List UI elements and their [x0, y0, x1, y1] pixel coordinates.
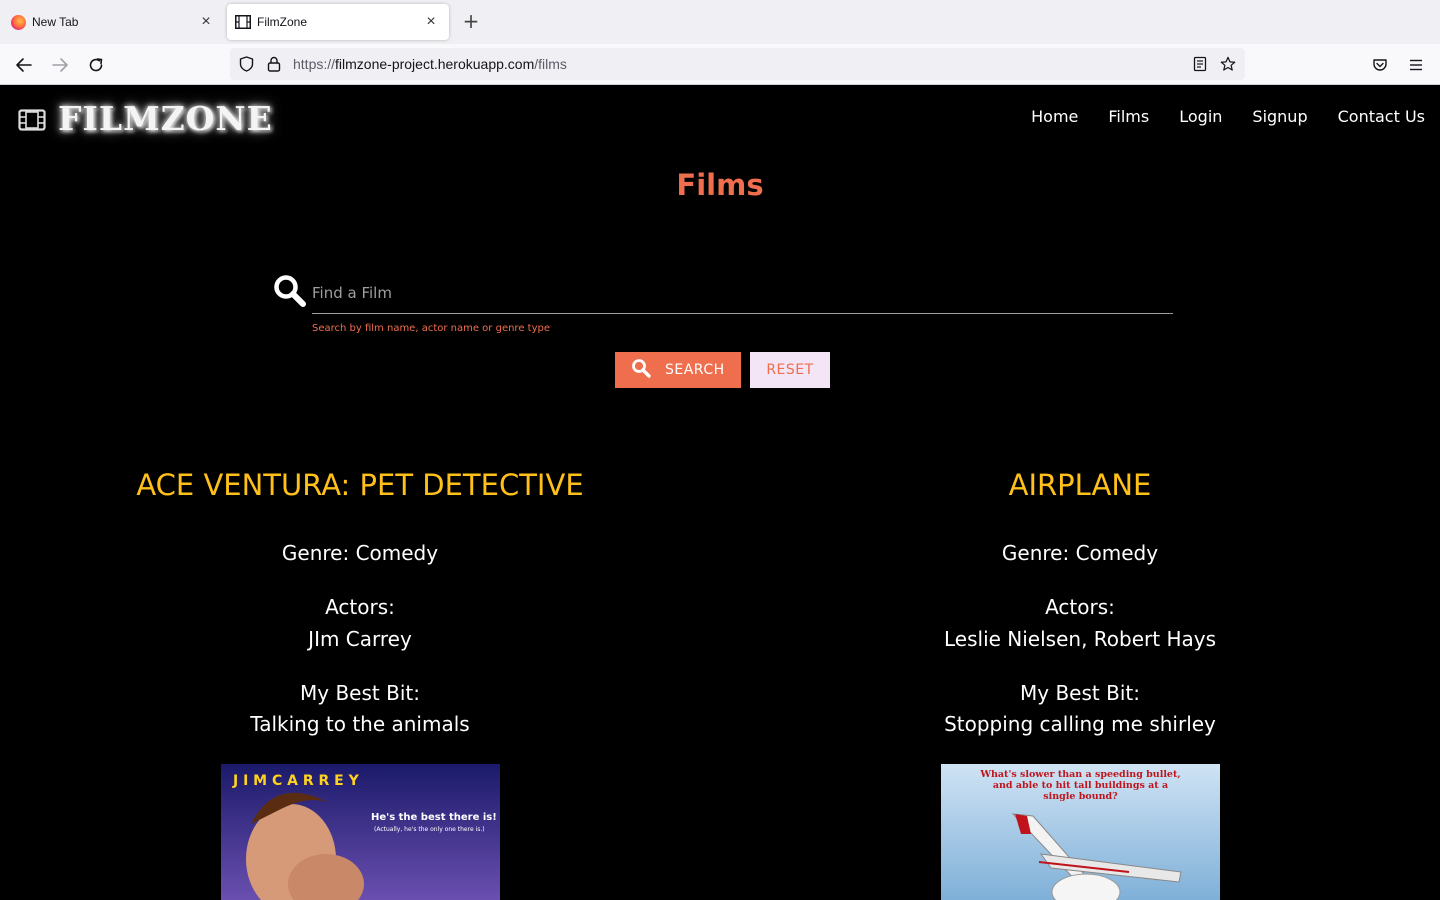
tab-filmzone[interactable]: FilmZone ×: [227, 4, 449, 40]
search-input[interactable]: [312, 272, 1173, 314]
tab-title: New Tab: [32, 15, 79, 29]
close-icon[interactable]: ×: [423, 14, 439, 30]
poster-text-line1: J I M C A R R E Y: [232, 773, 360, 789]
film-strip-icon[interactable]: [18, 109, 46, 131]
poster-text-line2: He's the best there is!: [371, 812, 497, 823]
back-arrow-icon[interactable]: [11, 52, 37, 78]
poster-text-line2: and able to hit tall buildings at a: [993, 780, 1168, 791]
film-actors-label: Actors:: [325, 595, 395, 619]
tab-title: FilmZone: [257, 15, 308, 29]
film-best-bit-label: My Best Bit:: [300, 681, 420, 705]
film-card: ACE VENTURA: PET DETECTIVE Genre: Comedy…: [0, 465, 720, 900]
film-best-bit-label: My Best Bit:: [1020, 681, 1140, 705]
film-title: AIRPLANE: [1008, 468, 1152, 502]
pocket-icon[interactable]: [1367, 52, 1393, 78]
nav-contact-us[interactable]: Contact Us: [1308, 107, 1425, 126]
film-actors: JIm Carrey: [308, 627, 412, 651]
page-title: Films: [676, 168, 764, 202]
bookmark-star-icon[interactable]: [1220, 56, 1236, 72]
address-bar[interactable]: https://filmzone-project.herokuapp.com/f…: [230, 48, 1245, 80]
film-actors-label: Actors:: [1045, 595, 1115, 619]
nav-films[interactable]: Films: [1078, 107, 1149, 126]
main-nav: Home Films Login Signup Contact Us: [1001, 107, 1425, 126]
nav-home[interactable]: Home: [1001, 107, 1078, 126]
new-tab-plus-icon[interactable]: +: [460, 11, 482, 33]
poster-text-line3: single bound?: [1043, 791, 1118, 802]
poster-text-line1: What's slower than a speeding bullet,: [979, 769, 1180, 780]
film-actors: Leslie Nielsen, Robert Hays: [944, 627, 1216, 651]
reader-view-icon[interactable]: [1192, 56, 1208, 72]
film-best-bit: Stopping calling me shirley: [944, 712, 1216, 736]
firefox-icon: [10, 14, 26, 30]
film-genre: Genre: Comedy: [1001, 541, 1159, 565]
reload-icon[interactable]: [83, 52, 109, 78]
search-button-label: SEARCH: [665, 362, 725, 378]
search-button[interactable]: SEARCH: [615, 352, 741, 388]
lock-icon[interactable]: [266, 56, 282, 72]
forward-arrow-icon[interactable]: [47, 52, 73, 78]
nav-login[interactable]: Login: [1149, 107, 1222, 126]
film-genre: Genre: Comedy: [281, 541, 439, 565]
hamburger-menu-icon[interactable]: [1403, 52, 1429, 78]
poster-text-line3: (Actually, he's the only one there is.): [374, 826, 485, 833]
film-card: AIRPLANE Genre: Comedy Actors: Leslie Ni…: [720, 465, 1440, 900]
site-header: FILMZONE Home Films Login Signup Contact…: [0, 85, 1440, 155]
search-icon: [631, 358, 651, 382]
close-icon[interactable]: ×: [198, 14, 214, 30]
browser-tab-bar: New Tab × FilmZone × +: [0, 0, 1440, 44]
film-poster: What's slower than a speeding bullet, an…: [941, 764, 1220, 900]
brand-logo[interactable]: FILMZONE: [58, 99, 273, 138]
url-text[interactable]: https://filmzone-project.herokuapp.com/f…: [293, 56, 567, 72]
film-icon: [235, 14, 251, 30]
shield-icon[interactable]: [238, 56, 254, 72]
tab-new-tab[interactable]: New Tab ×: [0, 4, 224, 40]
browser-toolbar: https://filmzone-project.herokuapp.com/f…: [0, 44, 1440, 85]
nav-signup[interactable]: Signup: [1222, 107, 1307, 126]
film-best-bit: Talking to the animals: [250, 712, 470, 736]
film-poster: J I M C A R R E Y He's the best there is…: [221, 764, 500, 900]
search-icon: [273, 274, 307, 308]
reset-button[interactable]: RESET: [750, 352, 830, 388]
film-title: ACE VENTURA: PET DETECTIVE: [136, 468, 584, 502]
search-helper-text: Search by film name, actor name or genre…: [312, 323, 550, 334]
